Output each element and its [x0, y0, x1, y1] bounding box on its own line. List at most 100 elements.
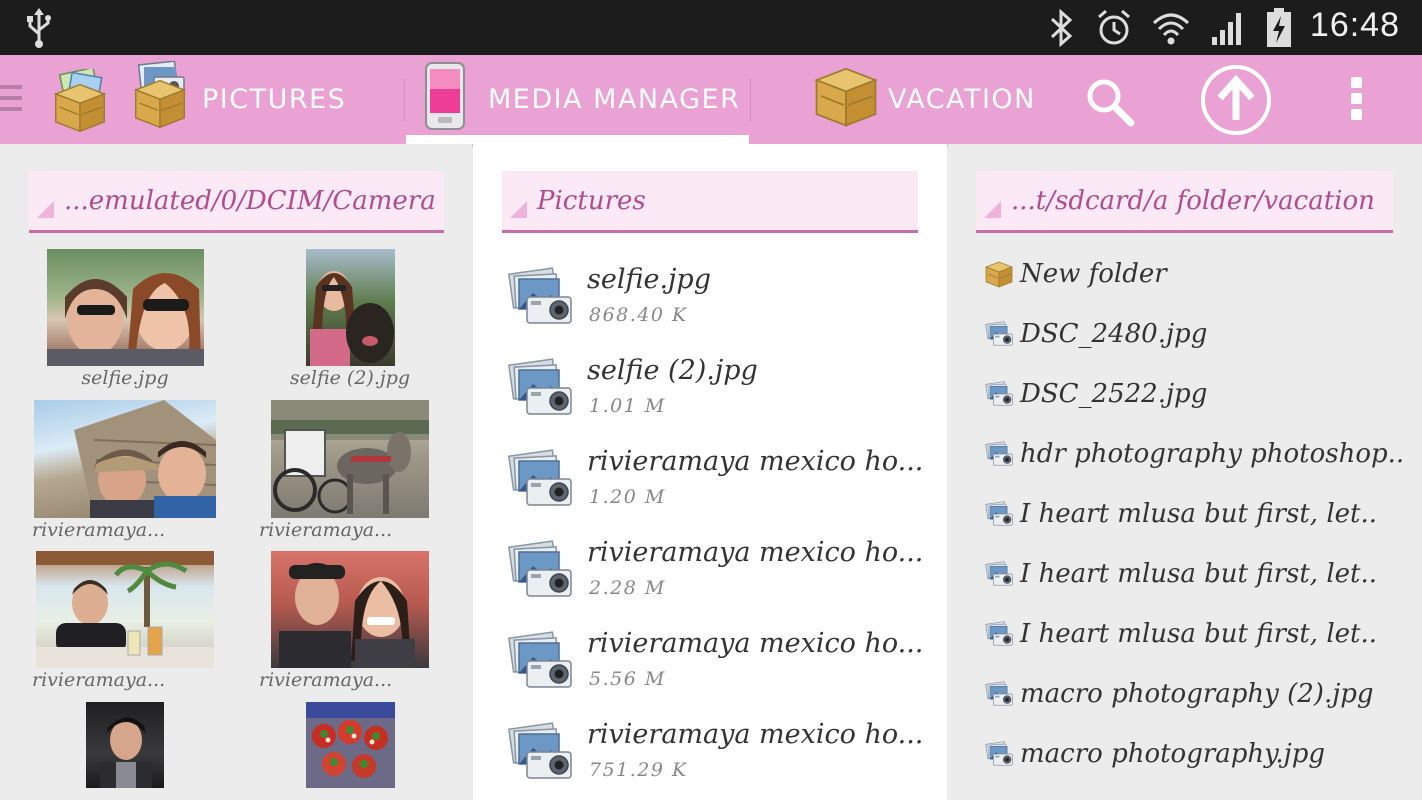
path-header[interactable]: ...emulated/0/DCIM/Camera — [29, 171, 444, 233]
thumbnail-caption: selfie (2).jpg — [289, 367, 411, 389]
box-photo-icon — [132, 60, 188, 138]
thumbnail-caption: rivieramaya... — [259, 669, 393, 691]
action-bar: PICTURES MEDIA MANAGER VACATION — [0, 55, 1422, 144]
file-row[interactable]: rivieramaya mexico ho... 2.28 M — [505, 527, 925, 618]
tab-divider — [750, 79, 751, 121]
thumbnail-item[interactable]: rivieramaya... — [237, 551, 463, 691]
path-header[interactable]: ...t/sdcard/a folder/vacation — [976, 171, 1393, 233]
tab-divider — [404, 79, 405, 121]
file-row[interactable]: selfie (2).jpg 1.01 M — [505, 345, 925, 436]
item-name: hdr photography photoshop.. — [1020, 439, 1405, 469]
photo-camera-icon — [985, 741, 1013, 766]
path-label: ...emulated/0/DCIM/Camera — [64, 185, 436, 216]
file-row[interactable]: rivieramaya mexico ho... 751.29 K — [505, 709, 925, 800]
navigation-drawer-icon[interactable] — [0, 85, 22, 118]
alarm-icon — [1096, 9, 1132, 51]
path-header[interactable]: Pictures — [502, 171, 918, 233]
thumbnail-item[interactable]: rivieramaya... — [237, 400, 463, 541]
battery-charging-icon — [1266, 8, 1292, 52]
list-item[interactable]: macro photography.jpg — [984, 724, 1325, 784]
item-name: I heart mlusa but first, let.. — [1020, 559, 1378, 589]
list-item[interactable]: hdr photography photoshop.. — [984, 424, 1404, 484]
tab-media-manager-label: MEDIA MANAGER — [488, 84, 741, 115]
photo-camera-icon — [985, 321, 1013, 346]
thumbnail-item[interactable] — [12, 702, 238, 789]
thumbnail-item[interactable]: rivieramaya... — [12, 551, 238, 691]
list-item[interactable]: macro photography (2).jpg — [984, 664, 1374, 724]
overflow-menu-icon[interactable] — [1351, 77, 1365, 125]
item-name: macro photography.jpg — [1020, 739, 1326, 769]
thumbnail-image — [305, 702, 395, 788]
file-size: 1.20 M — [589, 486, 666, 508]
thumbnail-caption: rivieramaya... — [259, 519, 393, 541]
pane-camera: ...emulated/0/DCIM/Camera selfie.jpg sel… — [0, 144, 472, 800]
file-name: selfie (2).jpg — [587, 355, 758, 386]
file-name: rivieramaya mexico ho... — [587, 628, 924, 659]
photo-camera-icon — [985, 621, 1013, 646]
tab-pictures[interactable]: PICTURES — [132, 55, 402, 144]
item-name: New folder — [1020, 259, 1167, 289]
thumbnail-item[interactable] — [237, 702, 463, 789]
list-item[interactable]: I heart mlusa but first, let.. — [984, 604, 1377, 664]
file-size: 5.56 M — [589, 668, 666, 690]
item-name: I heart mlusa but first, let.. — [1020, 499, 1378, 529]
file-size: 751.29 K — [589, 759, 688, 781]
thumbnail-item[interactable]: rivieramaya... — [12, 400, 238, 541]
app-logo-icon[interactable] — [52, 66, 108, 139]
thumbnail-image — [86, 702, 164, 788]
pane-vacation: ...t/sdcard/a folder/vacation New folder… — [948, 144, 1422, 800]
thumbnail-caption: rivieramaya... — [32, 519, 166, 541]
pane-pictures: Pictures selfie.jpg 868.40 K selfie (2).… — [473, 144, 947, 800]
item-name: I heart mlusa but first, let.. — [1020, 619, 1378, 649]
active-tab-indicator — [406, 135, 749, 144]
search-icon[interactable] — [1084, 76, 1136, 132]
file-row[interactable]: rivieramaya mexico ho... 5.56 M — [505, 618, 925, 709]
file-row[interactable]: rivieramaya mexico ho... 1.20 M — [505, 436, 925, 527]
status-clock: 16:48 — [1309, 6, 1400, 44]
phone-icon — [424, 61, 466, 138]
photo-camera-icon — [508, 358, 572, 415]
photo-camera-icon — [508, 631, 572, 688]
corner-marker — [510, 201, 527, 218]
file-size: 1.01 M — [589, 395, 666, 417]
list-item[interactable]: DSC_2522.jpg — [984, 364, 1207, 424]
list-item[interactable]: I heart mlusa but first, let.. — [984, 484, 1377, 544]
tab-vacation-label: VACATION — [888, 84, 1036, 115]
thumbnail-item[interactable]: selfie.jpg — [12, 249, 238, 389]
tab-vacation[interactable]: VACATION — [812, 55, 1052, 144]
usb-icon — [24, 8, 54, 52]
signal-icon — [1210, 9, 1246, 51]
item-name: DSC_2522.jpg — [1020, 379, 1208, 409]
photo-camera-icon — [985, 501, 1013, 526]
photo-camera-icon — [985, 561, 1013, 586]
thumbnail-image — [271, 551, 429, 668]
status-bar: 16:48 — [0, 0, 1422, 55]
file-row[interactable]: selfie.jpg 868.40 K — [505, 254, 925, 345]
path-label: ...t/sdcard/a folder/vacation — [1011, 185, 1375, 216]
thumbnail-caption: rivieramaya... — [32, 669, 166, 691]
list-item-folder[interactable]: New folder — [984, 244, 1167, 304]
list-item[interactable]: DSC_2480.jpg — [984, 304, 1207, 364]
photo-camera-icon — [508, 449, 572, 506]
file-name: rivieramaya mexico ho... — [587, 719, 924, 750]
photo-camera-icon — [985, 381, 1013, 406]
thumbnail-image — [36, 551, 214, 668]
photo-camera-icon — [985, 441, 1013, 466]
thumbnail-caption: selfie.jpg — [81, 367, 169, 389]
thumbnail-item[interactable]: selfie (2).jpg — [237, 249, 463, 389]
tab-media-manager[interactable]: MEDIA MANAGER — [406, 55, 750, 144]
file-name: selfie.jpg — [587, 264, 711, 295]
thumbnail-image — [271, 400, 429, 518]
bluetooth-icon — [1048, 8, 1076, 51]
photo-camera-icon — [508, 722, 572, 779]
photo-camera-icon — [985, 681, 1013, 706]
arrow-up-icon[interactable] — [1200, 64, 1272, 140]
system-icons — [1048, 8, 1292, 52]
file-size: 868.40 K — [589, 304, 688, 326]
thumbnail-image — [46, 249, 204, 366]
item-name: macro photography (2).jpg — [1020, 679, 1374, 709]
list-item[interactable]: I heart mlusa but first, let.. — [984, 544, 1377, 604]
photo-camera-icon — [508, 540, 572, 597]
file-size: 2.28 M — [589, 577, 666, 599]
item-name: DSC_2480.jpg — [1020, 319, 1208, 349]
